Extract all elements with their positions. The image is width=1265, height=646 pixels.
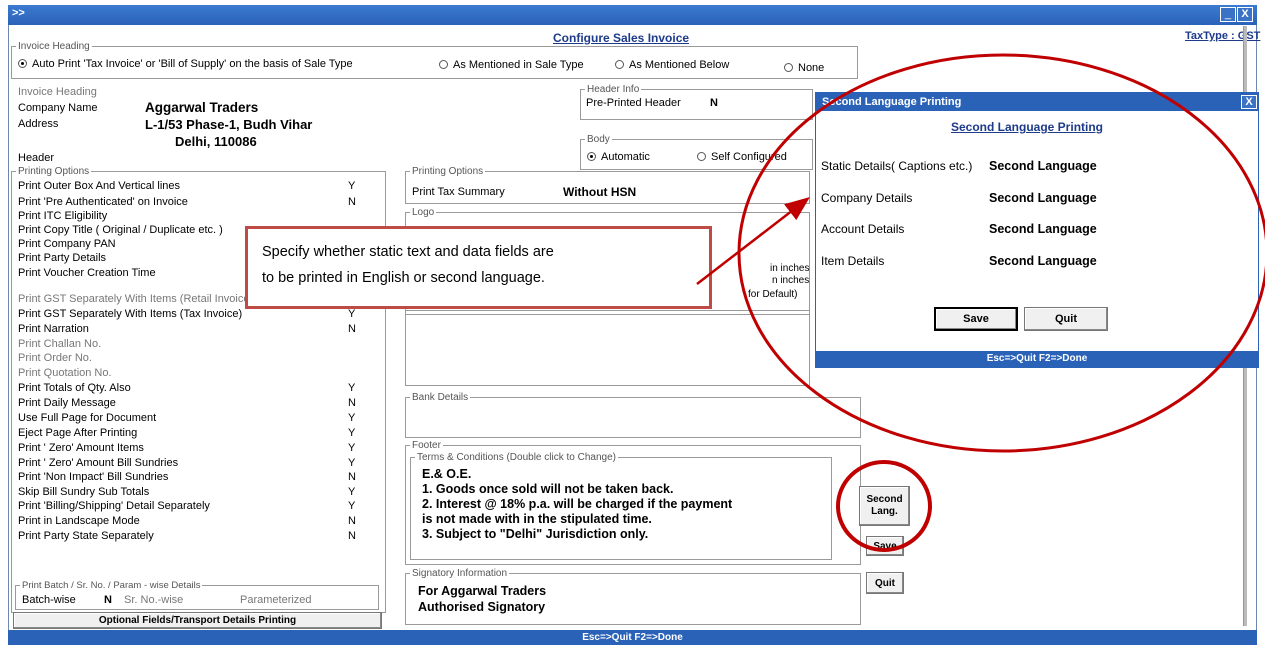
annotation-overlay — [696, 53, 1265, 552]
callout-arrow-icon — [696, 196, 810, 285]
highlight-ellipse-dialog — [737, 53, 1265, 453]
highlight-circle-second-lang — [836, 460, 932, 552]
